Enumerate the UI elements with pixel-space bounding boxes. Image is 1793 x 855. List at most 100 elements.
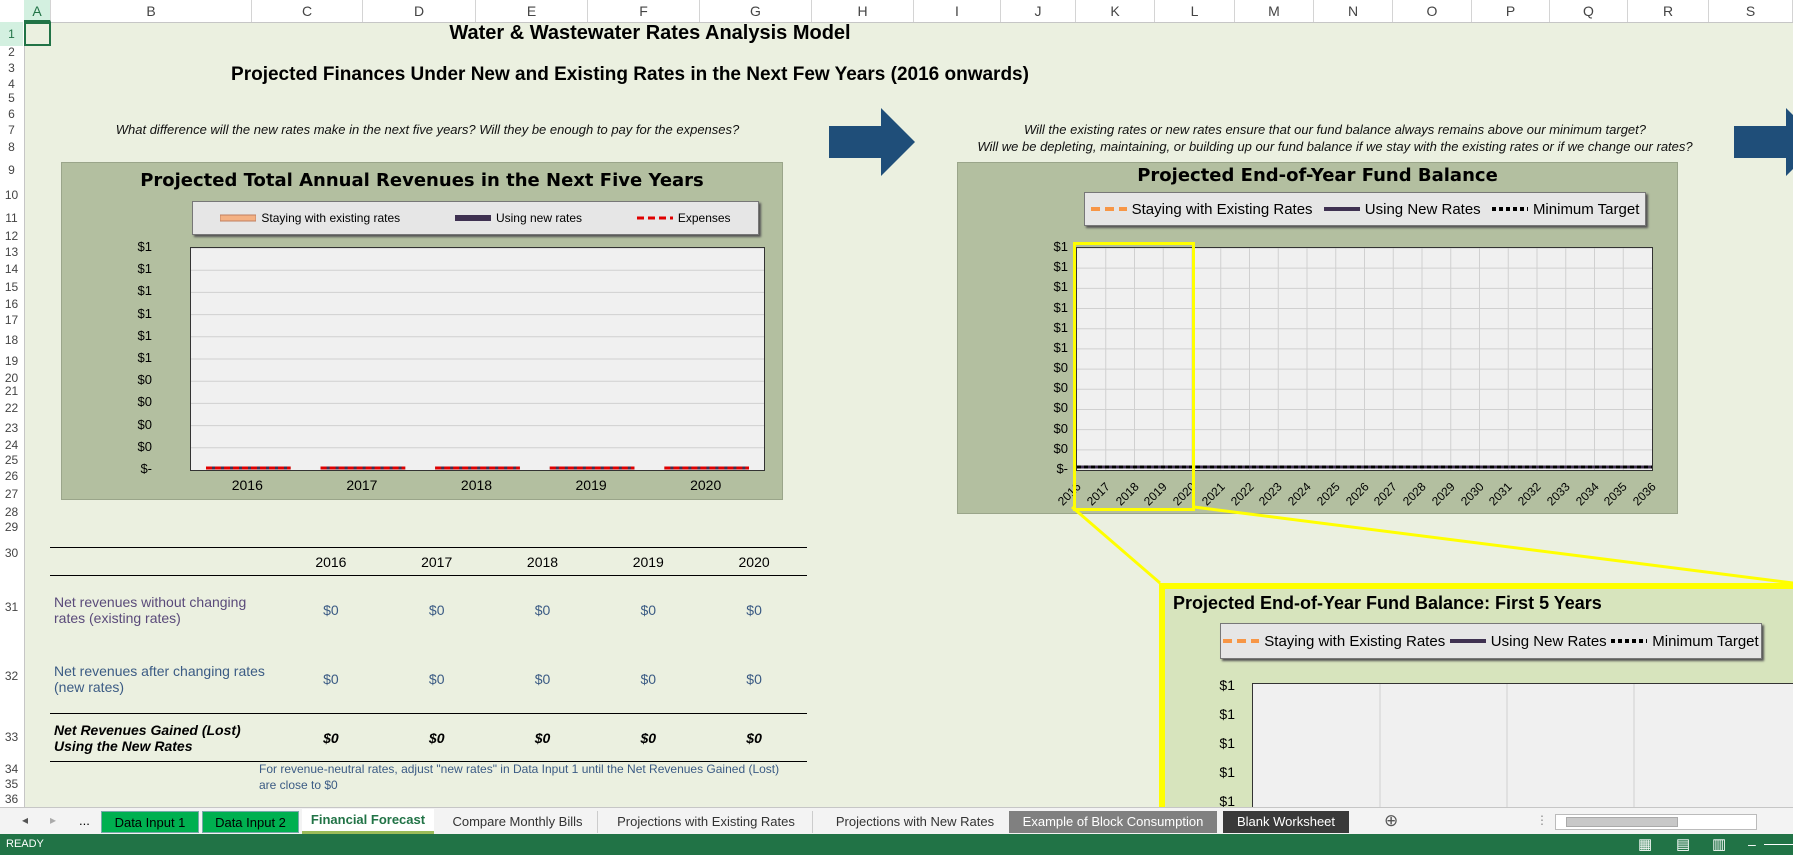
row-header-34[interactable]: 34 [0, 763, 23, 776]
row-header-15[interactable]: 15 [0, 276, 23, 298]
row-header-22[interactable]: 22 [0, 398, 23, 418]
row-header-30[interactable]: 30 [0, 534, 23, 573]
row-header-36[interactable]: 36 [0, 792, 23, 807]
row-header-29[interactable]: 29 [0, 520, 23, 534]
column-header-L[interactable]: L [1155, 0, 1235, 22]
row-header-23[interactable]: 23 [0, 418, 23, 438]
status-bar: READY ▦ ▤ ▥ – [0, 834, 1793, 855]
zoom-out-icon[interactable]: – [1748, 836, 1756, 852]
column-header-M[interactable]: M [1235, 0, 1314, 22]
row-header-26[interactable]: 26 [0, 468, 23, 484]
column-header-D[interactable]: D [363, 0, 476, 22]
tab-projections-new[interactable]: Projections with New Rates [815, 811, 1015, 833]
row-header-27[interactable]: 27 [0, 484, 23, 504]
row-header-9[interactable]: 9 [0, 156, 23, 184]
table-cell[interactable]: $0 [278, 645, 384, 714]
row-header-3[interactable]: 3 [0, 58, 23, 78]
column-header-C[interactable]: C [252, 0, 363, 22]
tab-financial-forecast[interactable]: Financial Forecast [302, 809, 434, 834]
row-header-17[interactable]: 17 [0, 310, 23, 330]
row-header-32[interactable]: 32 [0, 641, 23, 712]
column-header-A[interactable]: A [24, 0, 51, 22]
zoom-slider[interactable] [1764, 844, 1793, 845]
tabs-ellipsis[interactable]: ... [79, 813, 90, 828]
column-header-N[interactable]: N [1314, 0, 1393, 22]
row-header-2[interactable]: 2 [0, 46, 23, 58]
tab-projections-existing[interactable]: Projections with Existing Rates [600, 811, 813, 833]
add-sheet-icon[interactable]: ⊕ [1384, 811, 1398, 831]
column-header-K[interactable]: K [1076, 0, 1155, 22]
row-header-1[interactable]: 1 [0, 22, 23, 46]
column-header-I[interactable]: I [914, 0, 1001, 22]
column-header-J[interactable]: J [1001, 0, 1076, 22]
row-header-25[interactable]: 25 [0, 453, 23, 468]
table-cell[interactable]: $0 [490, 576, 596, 645]
row-header-19[interactable]: 19 [0, 350, 23, 372]
revenues-chart[interactable]: Projected Total Annual Revenues in the N… [61, 162, 783, 500]
row-header-12[interactable]: 12 [0, 230, 23, 242]
column-header-S[interactable]: S [1709, 0, 1793, 22]
row-header-24[interactable]: 24 [0, 438, 23, 453]
row-header-33[interactable]: 33 [0, 712, 23, 763]
tab-scroll-right-icon[interactable]: ▸ [50, 813, 56, 827]
row-label-gained[interactable]: Net Revenues Gained (Lost) Using the New… [50, 714, 278, 762]
tab-scroll-left-icon[interactable]: ◂ [22, 813, 28, 827]
tab-blank-worksheet[interactable]: Blank Worksheet [1223, 811, 1349, 833]
tab-example-block-consumption[interactable]: Example of Block Consumption [1009, 811, 1217, 833]
table-cell[interactable]: $0 [384, 714, 490, 762]
column-header-Q[interactable]: Q [1550, 0, 1628, 22]
table-cell[interactable]: $0 [701, 576, 807, 645]
column-header-O[interactable]: O [1393, 0, 1472, 22]
horizontal-scrollbar[interactable] [1555, 814, 1757, 830]
page-layout-view-icon[interactable]: ▤ [1676, 835, 1690, 853]
row-header-10[interactable]: 10 [0, 184, 23, 206]
legend-existing-rates: Staying with existing rates [261, 211, 401, 225]
column-header-E[interactable]: E [476, 0, 588, 22]
row-header-28[interactable]: 28 [0, 504, 23, 520]
column-header-B[interactable]: B [51, 0, 252, 22]
tab-compare-monthly-bills[interactable]: Compare Monthly Bills [438, 811, 598, 833]
first-5-years-chart[interactable]: Projected End-of-Year Fund Balance: Firs… [1159, 583, 1793, 825]
row-header-35[interactable]: 35 [0, 776, 23, 792]
table-cell[interactable]: $0 [278, 576, 384, 645]
column-header-F[interactable]: F [588, 0, 700, 22]
row-header-8[interactable]: 8 [0, 138, 23, 156]
tab-data-input-2[interactable]: Data Input 2 [202, 811, 299, 833]
column-header-G[interactable]: G [700, 0, 812, 22]
table-cell[interactable]: $0 [384, 645, 490, 714]
row-header-13[interactable]: 13 [0, 242, 23, 263]
table-cell[interactable]: $0 [384, 576, 490, 645]
fund-balance-chart[interactable]: Projected End-of-Year Fund Balance Stayi… [957, 162, 1678, 514]
table-cell[interactable]: $0 [490, 645, 596, 714]
row-header-16[interactable]: 16 [0, 298, 23, 310]
table-cell[interactable]: $0 [595, 576, 701, 645]
row-header-4[interactable]: 4 [0, 78, 23, 90]
row-header-5[interactable]: 5 [0, 90, 23, 106]
table-cell[interactable]: $0 [595, 714, 701, 762]
column-header-R[interactable]: R [1628, 0, 1709, 22]
active-cell-A1[interactable] [24, 22, 51, 46]
tab-data-input-1[interactable]: Data Input 1 [101, 811, 199, 833]
table-cell[interactable]: $0 [490, 714, 596, 762]
row-header-7[interactable]: 7 [0, 122, 23, 138]
row-header-18[interactable]: 18 [0, 330, 23, 350]
page-break-view-icon[interactable]: ▥ [1712, 835, 1726, 853]
table-cell[interactable]: $0 [278, 714, 384, 762]
x-tick-label: 2017 [346, 477, 378, 493]
table-cell[interactable]: $0 [595, 645, 701, 714]
scroll-divider-icon[interactable]: ⋮ [1536, 813, 1548, 827]
row-header-14[interactable]: 14 [0, 263, 23, 276]
normal-view-icon[interactable]: ▦ [1638, 835, 1652, 853]
table-cell[interactable]: $0 [701, 714, 807, 762]
row-header-21[interactable]: 21 [0, 385, 23, 398]
row-header-6[interactable]: 6 [0, 106, 23, 122]
row-header-11[interactable]: 11 [0, 206, 23, 230]
column-header-H[interactable]: H [812, 0, 914, 22]
year-header: 2020 [738, 553, 770, 570]
row-header-31[interactable]: 31 [0, 573, 23, 641]
row-label-new[interactable]: Net revenues after changing rates (new r… [50, 645, 278, 714]
table-cell[interactable]: $0 [701, 645, 807, 714]
scrollbar-thumb[interactable] [1566, 817, 1678, 827]
row-label-existing[interactable]: Net revenues without changing rates (exi… [50, 576, 278, 645]
column-header-P[interactable]: P [1472, 0, 1550, 22]
